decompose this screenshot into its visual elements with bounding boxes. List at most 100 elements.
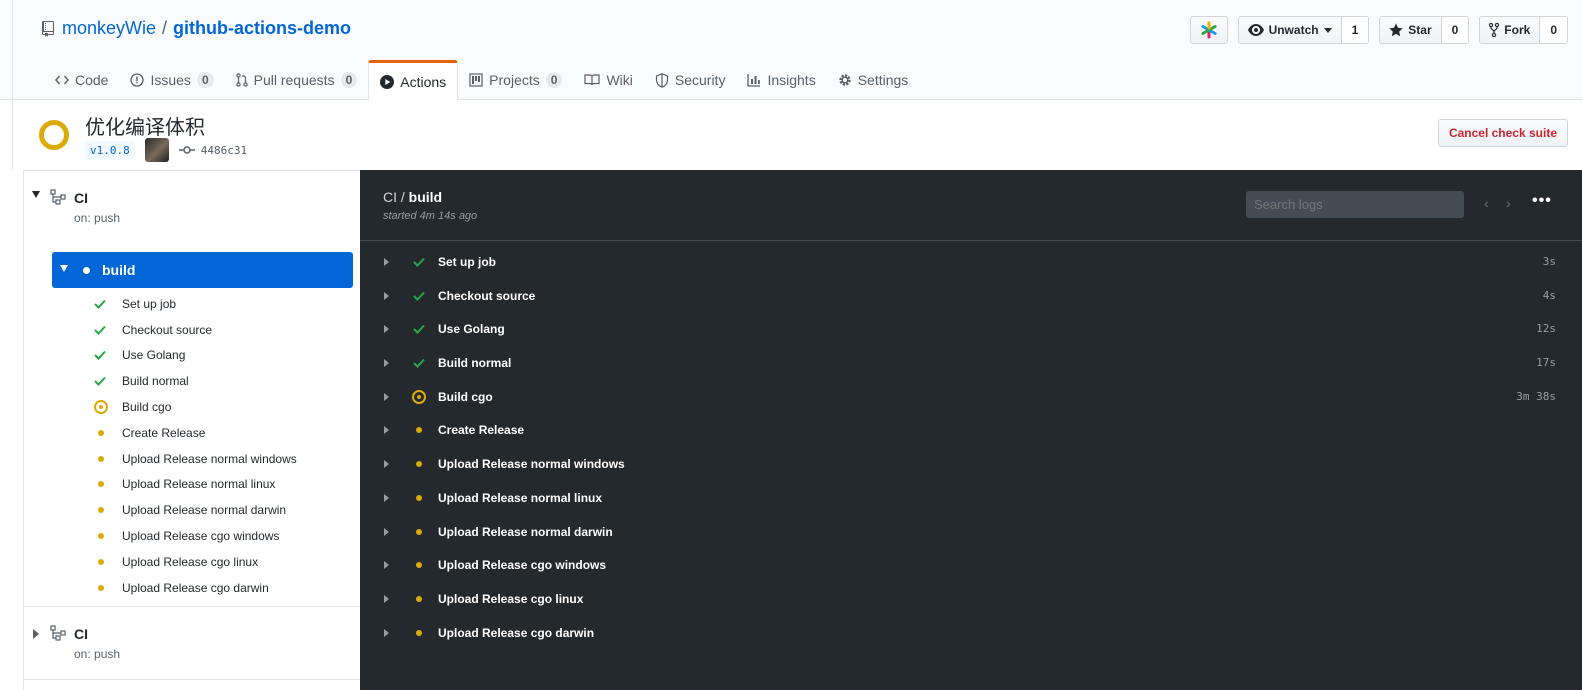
list-item[interactable]: Upload Release cgo linux <box>94 549 297 575</box>
log-step-row[interactable]: Upload Release normal linux <box>360 481 1582 515</box>
tag-badge[interactable]: v1.0.8 <box>85 140 135 160</box>
log-step-row[interactable]: Upload Release cgo darwin <box>360 616 1582 650</box>
tab-insights[interactable]: Insights <box>736 60 826 100</box>
tab-settings[interactable]: Settings <box>827 60 920 100</box>
caret-right-icon[interactable] <box>384 325 389 334</box>
stars-count[interactable]: 0 <box>1440 17 1469 43</box>
log-step-row[interactable]: Set up job 3s <box>360 245 1582 279</box>
caret-right-icon[interactable] <box>384 493 389 502</box>
tab-label: Security <box>674 72 726 88</box>
tab-count: 0 <box>340 72 358 88</box>
job-build[interactable]: build <box>52 252 353 288</box>
step-name: Upload Release normal windows <box>122 451 297 466</box>
log-step-row[interactable]: Upload Release cgo linux <box>360 582 1582 616</box>
log-step-row[interactable]: Upload Release normal windows <box>360 447 1582 481</box>
step-name: Use Golang <box>122 348 186 363</box>
tab-issues[interactable]: Issues 0 <box>119 60 224 100</box>
log-step-row[interactable]: Build cgo 3m 38s <box>360 380 1582 414</box>
workflow-sidebar: CI on: push build Set up job Checkout so… <box>23 170 360 690</box>
star-icon <box>1389 23 1403 37</box>
in-progress-icon <box>94 400 116 415</box>
log-step-row[interactable]: Checkout source 4s <box>360 279 1582 313</box>
cancel-check-suite-button[interactable]: Cancel check suite <box>1437 119 1568 147</box>
watchers-count[interactable]: 1 <box>1340 17 1369 43</box>
caret-down-icon[interactable] <box>60 265 68 272</box>
check-icon <box>94 299 116 309</box>
caret-right-icon[interactable] <box>33 629 39 639</box>
list-item[interactable]: Build normal <box>94 368 297 394</box>
caret-right-icon[interactable] <box>384 561 389 570</box>
workflow-trigger: on: push <box>74 211 121 225</box>
caret-right-icon[interactable] <box>384 392 389 401</box>
star-button[interactable]: Star <box>1380 17 1441 43</box>
repo-separator: / <box>162 18 168 38</box>
log-step-row[interactable]: Create Release <box>360 413 1582 447</box>
queued-dot-icon <box>411 490 427 506</box>
avatar[interactable] <box>144 138 169 162</box>
caret-right-icon[interactable] <box>384 359 389 368</box>
caret-right-icon[interactable] <box>384 594 389 603</box>
list-item[interactable]: Use Golang <box>94 343 297 369</box>
play-icon <box>380 75 395 89</box>
fork-button[interactable]: Fork <box>1480 17 1540 43</box>
job-name: build <box>102 262 136 278</box>
log-step-row[interactable]: Use Golang 12s <box>360 312 1582 346</box>
breadcrumb: CI / build <box>383 189 442 205</box>
chevron-left-icon[interactable]: ‹ <box>1484 195 1489 211</box>
caret-right-icon[interactable] <box>384 258 389 266</box>
code-icon <box>55 75 69 85</box>
list-item[interactable]: Upload Release normal darwin <box>94 497 297 523</box>
log-step-row[interactable]: Upload Release cgo windows <box>360 548 1582 582</box>
list-item[interactable]: Upload Release normal linux <box>94 472 297 498</box>
forks-count[interactable]: 0 <box>1539 17 1567 43</box>
tab-label: Settings <box>857 72 909 88</box>
chevron-right-icon[interactable]: › <box>1506 195 1511 211</box>
caret-right-icon[interactable] <box>384 628 389 637</box>
list-item[interactable]: Checkout source <box>94 317 297 343</box>
step-duration: 17s <box>1536 356 1556 370</box>
tab-actions[interactable]: Actions <box>368 60 459 101</box>
caret-right-icon[interactable] <box>384 527 389 536</box>
caret-down-icon[interactable] <box>32 191 40 198</box>
step-name: Set up job <box>438 255 496 269</box>
caret-right-icon[interactable] <box>384 460 389 469</box>
issue-icon <box>130 73 145 87</box>
workflow-item[interactable]: CI on: push <box>24 607 360 679</box>
tab-wiki[interactable]: Wiki <box>573 60 643 100</box>
divider <box>24 679 360 680</box>
started-time: started 4m 14s ago <box>383 210 478 222</box>
unwatch-button[interactable]: Unwatch <box>1238 17 1341 43</box>
search-logs-input[interactable] <box>1246 191 1464 218</box>
list-item[interactable]: Build cgo <box>94 394 297 420</box>
list-item[interactable]: Upload Release cgo windows <box>94 523 297 549</box>
repo-name-link[interactable]: github-actions-demo <box>173 18 351 39</box>
log-step-row[interactable]: Upload Release normal darwin <box>360 515 1582 549</box>
list-item[interactable]: Upload Release cgo darwin <box>94 575 297 601</box>
tab-projects[interactable]: Projects 0 <box>458 60 573 100</box>
list-item[interactable]: Upload Release normal windows <box>94 446 297 472</box>
caret-right-icon[interactable] <box>384 291 389 300</box>
commit-sha[interactable]: 4486c31 <box>178 144 247 157</box>
step-name: Build normal <box>438 356 512 371</box>
suite-meta: v1.0.8 4486c31 <box>85 138 247 162</box>
repo-owner-link[interactable]: monkeyWie <box>62 18 156 39</box>
check-icon <box>411 355 427 371</box>
tab-label: Issues <box>150 72 191 88</box>
tab-security[interactable]: Security <box>644 60 737 100</box>
app-button[interactable] <box>1189 16 1228 44</box>
check-icon <box>94 376 116 387</box>
tab-pull-requests[interactable]: Pull requests 0 <box>225 60 369 100</box>
log-step-row[interactable]: Build normal 17s <box>360 346 1582 380</box>
workflow-item[interactable]: CI on: push <box>24 171 360 243</box>
tab-label: Wiki <box>606 72 633 88</box>
breadcrumb-separator: / <box>397 189 409 205</box>
fork-label: Fork <box>1504 23 1531 37</box>
list-item[interactable]: Set up job <box>94 291 297 317</box>
queued-dot-icon <box>94 558 116 565</box>
more-options-icon[interactable]: ••• <box>1532 192 1552 210</box>
tab-code[interactable]: Code <box>44 60 119 100</box>
list-item[interactable]: Create Release <box>94 420 297 446</box>
step-name: Checkout source <box>122 322 213 337</box>
caret-right-icon[interactable] <box>384 426 389 435</box>
workflow-trigger: on: push <box>74 647 121 661</box>
